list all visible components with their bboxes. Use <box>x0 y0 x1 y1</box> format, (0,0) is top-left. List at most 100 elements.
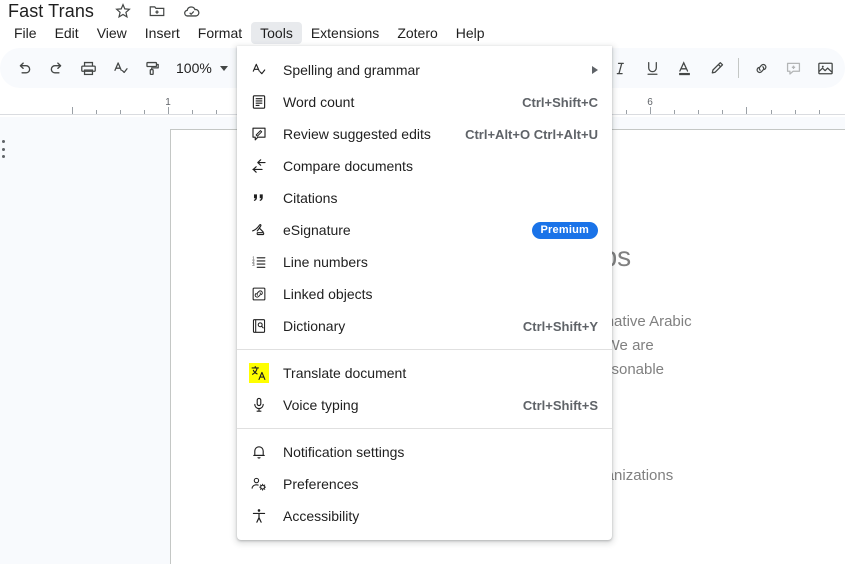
menu-separator <box>237 428 612 429</box>
menu-item-citations[interactable]: Citations <box>237 182 612 214</box>
menu-item-accessibility[interactable]: Accessibility <box>237 500 612 532</box>
linked-objects-icon <box>249 284 269 304</box>
menu-item-compare-documents-label: Compare documents <box>283 158 413 174</box>
text-color-button[interactable] <box>668 52 700 84</box>
compare-documents-icon <box>249 156 269 176</box>
menu-item-dictionary[interactable]: Dictionary Ctrl+Shift+Y <box>237 310 612 342</box>
insert-comment-button[interactable] <box>777 52 809 84</box>
menu-item-esignature-label: eSignature <box>283 222 351 238</box>
menu-item-line-numbers[interactable]: 1 2 3 Line numbers <box>237 246 612 278</box>
zoom-control[interactable]: 100% <box>168 54 230 82</box>
cloud-saved-icon[interactable] <box>182 2 200 20</box>
ruler-tick-major <box>168 107 169 114</box>
underline-button[interactable] <box>636 52 668 84</box>
menu-file[interactable]: File <box>5 22 46 44</box>
ruler-tick-minor <box>674 110 676 114</box>
submenu-arrow-icon <box>592 66 598 74</box>
ruler-tick-minor <box>216 110 218 114</box>
menu-help[interactable]: Help <box>447 22 494 44</box>
review-edits-icon <box>249 124 269 144</box>
highlight-color-button[interactable] <box>700 52 732 84</box>
title-icon-group <box>114 2 200 20</box>
ruler-tick-minor <box>625 110 627 114</box>
menu-format[interactable]: Format <box>189 22 251 44</box>
menu-item-esignature[interactable]: eSignature Premium <box>237 214 612 246</box>
menu-item-dictionary-label: Dictionary <box>283 318 346 334</box>
menu-item-word-count-shortcut: Ctrl+Shift+C <box>522 94 598 110</box>
menu-item-preferences[interactable]: Preferences <box>237 468 612 500</box>
toolbar-right-group <box>604 52 841 84</box>
bell-icon <box>249 442 269 462</box>
menu-item-notification-settings[interactable]: Notification settings <box>237 436 612 468</box>
premium-badge: Premium <box>531 221 598 239</box>
word-count-icon <box>249 92 269 112</box>
menu-item-linked-objects[interactable]: Linked objects <box>237 278 612 310</box>
menu-item-accessibility-label: Accessibility <box>283 508 360 524</box>
menu-item-dictionary-shortcut: Ctrl+Shift+Y <box>522 318 598 334</box>
ruler-tick-minor <box>192 110 194 114</box>
insert-image-button[interactable] <box>809 52 841 84</box>
document-title[interactable]: Fast Trans <box>8 0 94 22</box>
person-gear-icon <box>249 474 269 494</box>
ruler-tick-minor <box>119 110 121 114</box>
insert-link-button[interactable] <box>745 52 777 84</box>
menu-item-voice-typing[interactable]: Voice typing Ctrl+Shift+S <box>237 389 612 421</box>
menu-item-linked-objects-label: Linked objects <box>283 286 373 302</box>
ruler-tick-major <box>650 107 651 114</box>
menu-item-word-count[interactable]: Word count Ctrl+Shift+C <box>237 86 612 118</box>
ruler-tick-major <box>746 107 748 114</box>
tools-dropdown-menu[interactable]: Spelling and grammar Word count Ctrl+Shift… <box>237 46 612 540</box>
menu-zotero[interactable]: Zotero <box>388 22 446 44</box>
undo-button[interactable] <box>8 52 40 84</box>
menu-item-citations-label: Citations <box>283 190 338 206</box>
menu-separator <box>237 349 612 350</box>
ruler-tick-minor <box>722 110 724 114</box>
menu-item-word-count-label: Word count <box>283 94 355 110</box>
spellcheck-icon <box>249 60 269 80</box>
menu-item-review-suggested-edits-shortcut: Ctrl+Alt+O Ctrl+Alt+U <box>465 126 598 142</box>
toolbar-divider <box>738 58 739 78</box>
menu-item-review-suggested-edits-label: Review suggested edits <box>283 126 431 142</box>
menu-item-translate-document[interactable]: Translate document <box>237 357 612 389</box>
menu-item-voice-typing-shortcut: Ctrl+Shift+S <box>522 397 598 413</box>
chevron-down-icon <box>219 65 228 71</box>
menu-insert[interactable]: Insert <box>136 22 189 44</box>
menu-tools[interactable]: Tools <box>251 22 302 44</box>
move-to-folder-icon[interactable] <box>148 2 166 20</box>
redo-button[interactable] <box>40 52 72 84</box>
esignature-icon <box>249 220 269 240</box>
menu-item-compare-documents[interactable]: Compare documents <box>237 150 612 182</box>
menu-item-notification-settings-label: Notification settings <box>283 444 405 460</box>
ruler-tick-minor <box>794 110 796 114</box>
translate-icon <box>249 363 269 383</box>
ruler-tick-major <box>71 107 73 114</box>
ruler-tick-minor <box>818 110 820 114</box>
menu-item-review-suggested-edits[interactable]: Review suggested edits Ctrl+Alt+O Ctrl+Al… <box>237 118 612 150</box>
ruler-tick-minor <box>698 110 700 114</box>
menu-view[interactable]: View <box>88 22 136 44</box>
ruler-number: 1 <box>165 97 171 108</box>
menu-edit[interactable]: Edit <box>46 22 88 44</box>
menu-item-line-numbers-label: Line numbers <box>283 254 368 270</box>
zoom-value: 100% <box>176 60 212 76</box>
google-docs-window: Fast Trans File Edit View Insert Format … <box>0 0 845 564</box>
paint-format-button[interactable] <box>136 52 168 84</box>
menu-bar: File Edit View Insert Format Tools Exten… <box>0 22 845 44</box>
menu-item-translate-document-label: Translate document <box>283 365 407 381</box>
ruler-tick-minor <box>95 110 97 114</box>
svg-text:3: 3 <box>252 262 255 267</box>
microphone-icon <box>249 395 269 415</box>
ruler-number: 6 <box>647 97 653 108</box>
ruler-tick-minor <box>770 110 772 114</box>
spellcheck-button[interactable] <box>104 52 136 84</box>
title-bar: Fast Trans <box>0 0 845 22</box>
outline-drag-handle-icon[interactable] <box>2 140 6 158</box>
citations-icon <box>249 188 269 208</box>
menu-item-spelling-and-grammar[interactable]: Spelling and grammar <box>237 54 612 86</box>
dictionary-icon <box>249 316 269 336</box>
menu-extensions[interactable]: Extensions <box>302 22 388 44</box>
star-icon[interactable] <box>114 2 132 20</box>
print-button[interactable] <box>72 52 104 84</box>
accessibility-icon <box>249 506 269 526</box>
ruler-tick-minor <box>143 110 145 114</box>
